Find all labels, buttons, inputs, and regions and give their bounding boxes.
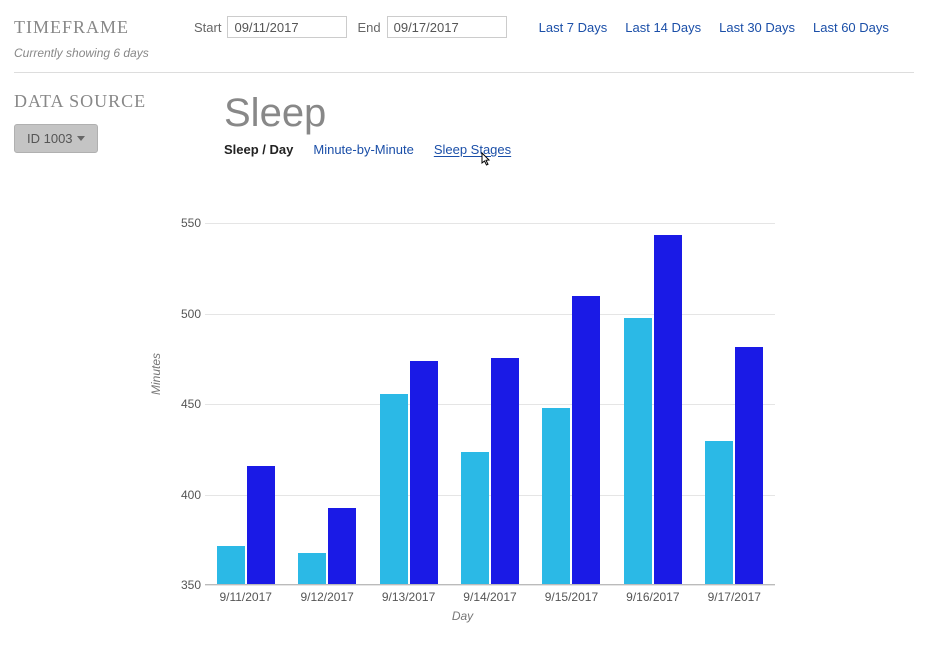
y-axis-label: Minutes bbox=[149, 353, 163, 395]
divider bbox=[14, 72, 914, 73]
quick-last-30[interactable]: Last 30 Days bbox=[719, 20, 795, 35]
y-tick-label: 550 bbox=[173, 216, 201, 230]
y-tick-label: 350 bbox=[173, 578, 201, 592]
x-tick-label: 9/15/2017 bbox=[545, 590, 598, 604]
start-date-input[interactable] bbox=[227, 16, 347, 38]
end-date-group: End bbox=[357, 16, 506, 38]
bar-series-b[interactable] bbox=[654, 235, 682, 584]
tab-sleep-stages-label: Sleep Stages bbox=[434, 142, 511, 157]
bar-series-b[interactable] bbox=[410, 361, 438, 584]
bar-series-b[interactable] bbox=[735, 347, 763, 584]
x-tick-label: 9/11/2017 bbox=[219, 590, 272, 604]
quick-range-links: Last 7 Days Last 14 Days Last 30 Days La… bbox=[539, 20, 889, 35]
tabs: Sleep / Day Minute-by-Minute Sleep Stage… bbox=[224, 142, 914, 157]
bar-series-a[interactable] bbox=[217, 546, 245, 584]
bar-series-b[interactable] bbox=[491, 358, 519, 584]
x-tick-label: 9/17/2017 bbox=[708, 590, 761, 604]
x-tick-label: 9/12/2017 bbox=[300, 590, 353, 604]
gridline bbox=[205, 404, 775, 405]
quick-last-7[interactable]: Last 7 Days bbox=[539, 20, 608, 35]
y-tick-label: 450 bbox=[173, 397, 201, 411]
bar-series-b[interactable] bbox=[572, 296, 600, 584]
caret-down-icon bbox=[77, 136, 85, 141]
gridline bbox=[205, 223, 775, 224]
gridline bbox=[205, 314, 775, 315]
end-date-input[interactable] bbox=[387, 16, 507, 38]
timeframe-bar: TIMEFRAME Start End Last 7 Days Last 14 … bbox=[0, 0, 928, 46]
timeframe-title: TIMEFRAME bbox=[14, 17, 184, 38]
tab-sleep-per-day[interactable]: Sleep / Day bbox=[224, 142, 293, 157]
sleep-bar-chart: Minutes Day 350 400 450 500 550 9/11/2017 9/12… bbox=[145, 195, 780, 625]
bar-series-a[interactable] bbox=[380, 394, 408, 584]
tab-sleep-stages[interactable]: Sleep Stages bbox=[434, 142, 511, 157]
x-tick-label: 9/16/2017 bbox=[626, 590, 679, 604]
bar-series-a[interactable] bbox=[705, 441, 733, 584]
start-date-group: Start bbox=[194, 16, 347, 38]
bar-series-a[interactable] bbox=[461, 452, 489, 584]
bar-series-a[interactable] bbox=[542, 408, 570, 584]
plot-area bbox=[205, 205, 775, 585]
bar-series-a[interactable] bbox=[298, 553, 326, 584]
gridline bbox=[205, 495, 775, 496]
x-tick-label: 9/14/2017 bbox=[463, 590, 516, 604]
bar-series-b[interactable] bbox=[328, 508, 356, 584]
x-tick-label: 9/13/2017 bbox=[382, 590, 435, 604]
gridline bbox=[205, 585, 775, 586]
quick-last-14[interactable]: Last 14 Days bbox=[625, 20, 701, 35]
bar-series-a[interactable] bbox=[624, 318, 652, 584]
data-source-id-dropdown[interactable]: ID 1003 bbox=[14, 124, 98, 153]
quick-last-60[interactable]: Last 60 Days bbox=[813, 20, 889, 35]
start-label: Start bbox=[194, 20, 221, 35]
bar-series-b[interactable] bbox=[247, 466, 275, 584]
x-axis-label: Day bbox=[145, 609, 780, 623]
y-tick-label: 400 bbox=[173, 488, 201, 502]
timeframe-subnote: Currently showing 6 days bbox=[0, 46, 928, 72]
tab-minute-by-minute[interactable]: Minute-by-Minute bbox=[313, 142, 413, 157]
y-tick-label: 500 bbox=[173, 307, 201, 321]
page-title: Sleep bbox=[224, 91, 914, 136]
end-label: End bbox=[357, 20, 380, 35]
data-source-title: DATA SOURCE bbox=[14, 91, 224, 112]
data-source-id-label: ID 1003 bbox=[27, 131, 73, 146]
